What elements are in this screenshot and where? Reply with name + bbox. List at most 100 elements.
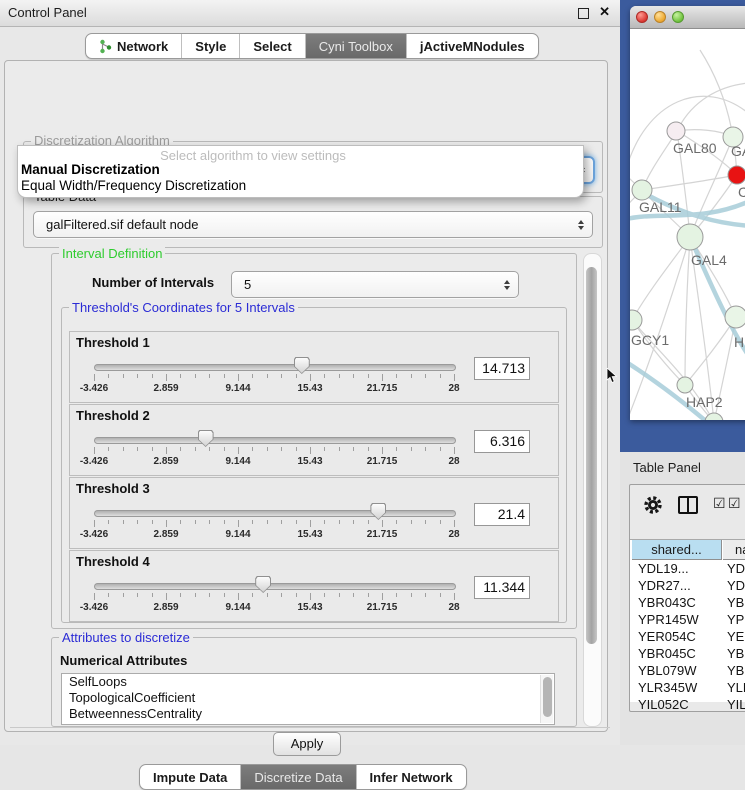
number-of-intervals-combobox[interactable]: 5	[231, 271, 519, 298]
slider-tick	[152, 374, 153, 378]
table-row-ydl19[interactable]: YDL19...YDL1	[632, 561, 745, 578]
column-view-icon[interactable]	[678, 496, 698, 514]
tab-infer-network[interactable]: Infer Network	[357, 765, 466, 789]
slider-thumb[interactable]	[370, 503, 386, 520]
tab-impute-data[interactable]: Impute Data	[140, 765, 241, 789]
slider-tick	[339, 520, 340, 524]
slider-tick	[195, 447, 196, 451]
network-node-gal11[interactable]	[632, 180, 652, 200]
slider-tick	[94, 593, 95, 600]
tab-label: Cyni Toolbox	[319, 39, 393, 54]
threshold-sliders: Threshold 1-3.4262.8599.14415.4321.71528…	[69, 331, 559, 619]
attribute-item-betweennesscentrality[interactable]: BetweennessCentrality	[62, 706, 554, 722]
slider-tick	[252, 593, 253, 597]
tab-jactivemnodules[interactable]: jActiveMNodules	[407, 34, 538, 58]
network-node-gal4[interactable]	[677, 224, 703, 250]
column-header-shared-name[interactable]: shared...	[632, 540, 722, 560]
attribute-item-selfloops[interactable]: SelfLoops	[62, 674, 554, 690]
tab-label: Select	[253, 39, 291, 54]
checkbox-icon[interactable]: ☑	[713, 497, 726, 511]
apply-button[interactable]: Apply	[273, 732, 341, 756]
slider-tick	[209, 447, 210, 451]
node-label: H	[734, 334, 744, 350]
slider-tick	[123, 520, 124, 524]
network-node-hap2[interactable]	[677, 377, 693, 393]
combo-stepper-icon[interactable]	[504, 280, 510, 290]
tab-network[interactable]: Network	[86, 34, 182, 58]
algorithm-placeholder-item[interactable]: Select algorithm to view settings	[18, 148, 488, 163]
slider-tick	[166, 520, 167, 527]
table-row-ypr145w[interactable]: YPR145WYPR1	[632, 612, 745, 629]
cell-shared-name: YIL052C	[638, 697, 689, 712]
tab-select[interactable]: Select	[240, 34, 305, 58]
algorithm-item-manual-discretization[interactable]: Manual Discretization	[21, 162, 160, 177]
slider-thumb[interactable]	[198, 430, 214, 447]
tab-cyni-toolbox[interactable]: Cyni Toolbox	[306, 34, 407, 58]
algorithm-item-equal-width-frequency[interactable]: Equal Width/Frequency Discretization	[21, 178, 246, 193]
network-node-c[interactable]	[728, 166, 745, 184]
attributes-scrollbar[interactable]	[540, 675, 553, 723]
float-window-icon[interactable]	[578, 8, 589, 19]
table-row-ydr27[interactable]: YDR27...YDR2	[632, 578, 745, 595]
slider-tick	[353, 520, 354, 524]
settings-scrollbar[interactable]	[583, 253, 602, 727]
table-row-ybr045c[interactable]: YBR045CYBR0	[632, 646, 745, 663]
slider-thumb[interactable]	[294, 357, 310, 374]
table-row-ylr345w[interactable]: YLR345WYLR3	[632, 680, 745, 697]
cell-name: YDR2	[727, 578, 745, 593]
mac-close-icon[interactable]	[636, 11, 648, 23]
table-row-ybr043c[interactable]: YBR043CYBR0	[632, 595, 745, 612]
slider-tick	[324, 520, 325, 524]
attribute-item-topologicalcoefficient[interactable]: TopologicalCoefficient	[62, 690, 554, 706]
close-icon[interactable]: ✕	[599, 4, 610, 20]
column-header-name[interactable]: na	[723, 540, 745, 560]
checkbox-icon[interactable]: ☑	[728, 497, 741, 511]
slider-tick	[180, 593, 181, 597]
tab-discretize-data[interactable]: Discretize Data	[241, 765, 356, 789]
table-row-ybl079w[interactable]: YBL079WYBL0	[632, 663, 745, 680]
network-node-gcy1[interactable]	[630, 310, 642, 330]
mac-zoom-icon[interactable]	[672, 11, 684, 23]
table-row-yer054c[interactable]: YER054CYER0	[632, 629, 745, 646]
numerical-attributes-list[interactable]: SelfLoopsTopologicalCoefficientBetweenne…	[61, 673, 555, 725]
slider-tick	[454, 374, 455, 381]
table-data-combobox[interactable]: galFiltered.sif default node	[33, 211, 593, 238]
slider-tick	[152, 593, 153, 597]
threshold-label: Threshold 3	[76, 481, 150, 496]
slider-tick	[108, 520, 109, 524]
slider-tick	[368, 447, 369, 451]
slider-thumb[interactable]	[255, 576, 271, 593]
slider-tick	[224, 447, 225, 451]
gear-icon[interactable]	[643, 495, 663, 515]
threshold-value-field[interactable]: 21.4	[474, 503, 530, 526]
mac-minimize-icon[interactable]	[654, 11, 666, 23]
slider-track[interactable]	[94, 583, 456, 590]
slider-tick	[224, 593, 225, 597]
slider-track[interactable]	[94, 510, 456, 517]
threshold-panel-1: Threshold 1-3.4262.8599.14415.4321.71528…	[69, 331, 559, 403]
network-node-h[interactable]	[725, 306, 745, 328]
slider-tick-label: 9.144	[208, 602, 268, 613]
slider-track[interactable]	[94, 437, 456, 444]
table-panel-title: Table Panel	[633, 460, 701, 475]
table-row-yil052c[interactable]: YIL052CYIL0	[632, 697, 745, 712]
attributes-scrollbar-thumb[interactable]	[543, 677, 552, 717]
network-node-gal80[interactable]	[667, 122, 685, 140]
threshold-value-field[interactable]: 11.344	[474, 576, 530, 599]
settings-scrollbar-thumb[interactable]	[586, 267, 597, 644]
slider-track[interactable]	[94, 364, 456, 371]
screen: Control Panel ✕ NetworkStyle Select Cyni T…	[0, 0, 745, 745]
slider-tick	[324, 374, 325, 378]
south-separator	[10, 727, 610, 728]
cell-shared-name: YPR145W	[638, 612, 699, 627]
combo-stepper-icon[interactable]	[578, 220, 584, 230]
slider-tick-label: 15.43	[280, 456, 340, 467]
threshold-value-field[interactable]: 6.316	[474, 430, 530, 453]
tab-style[interactable]: Style	[182, 34, 240, 58]
threshold-value-field[interactable]: 14.713	[474, 357, 530, 380]
network-canvas[interactable]: GAL80GACGAL11GAL4GCY1HHAP2	[630, 28, 745, 420]
slider-tick	[368, 374, 369, 378]
network-window-titlebar[interactable]	[630, 6, 745, 29]
panel-title: Control Panel	[8, 0, 87, 26]
slider-tick	[425, 374, 426, 378]
